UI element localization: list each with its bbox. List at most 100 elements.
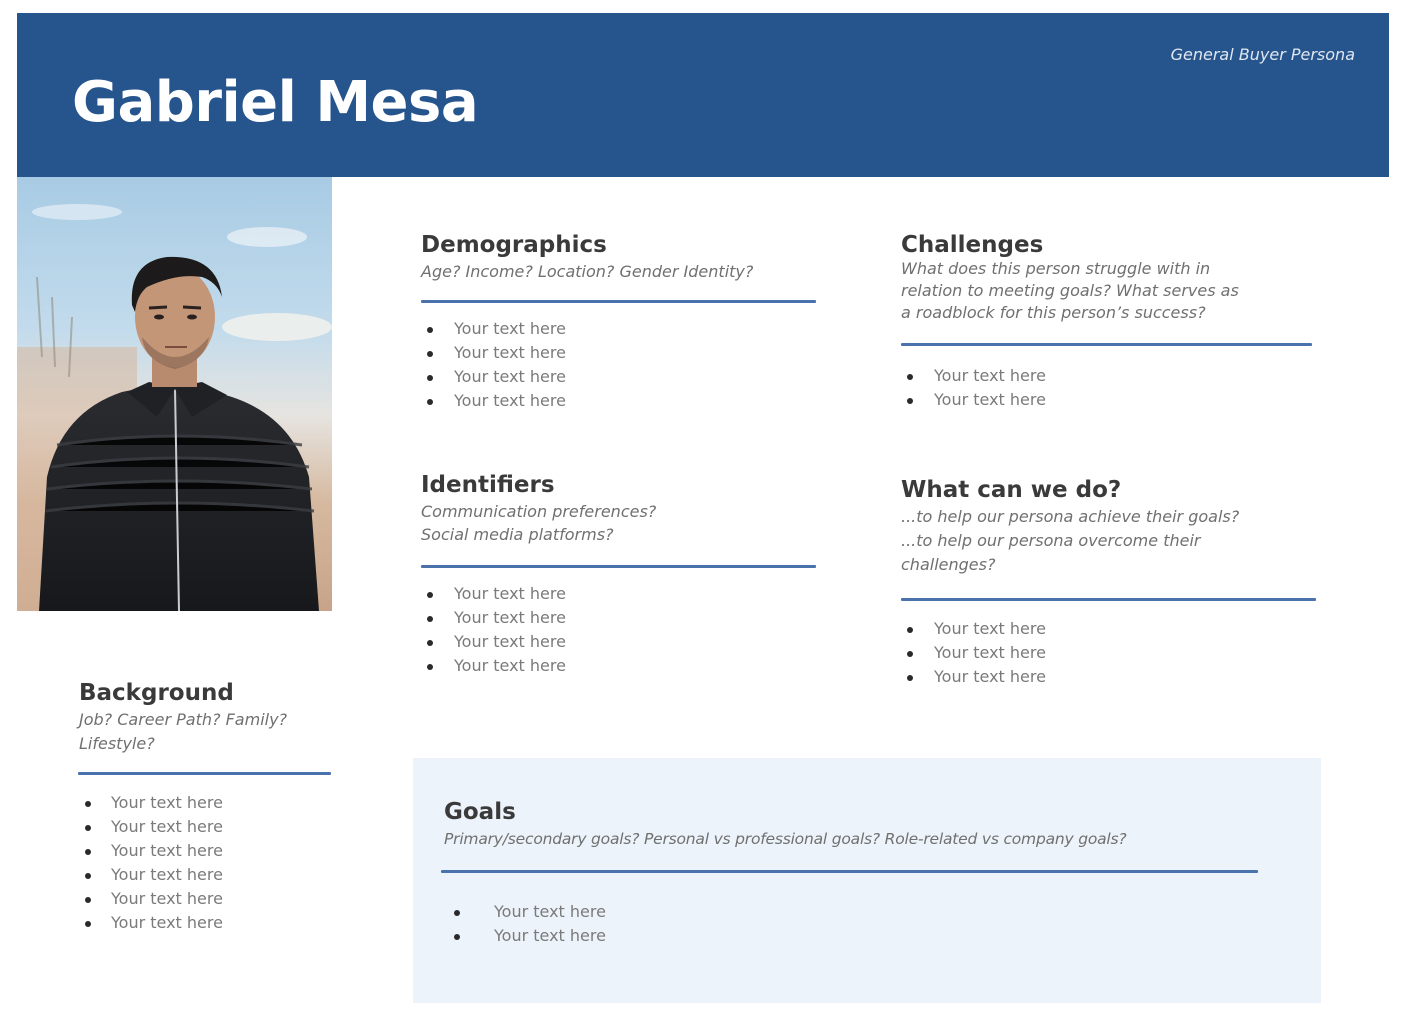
list-item-text: Your text here	[111, 865, 223, 885]
list-item-text: Your text here	[934, 643, 1046, 663]
list-item[interactable]: Your text here	[421, 341, 816, 365]
bullet-icon	[427, 351, 433, 358]
prompt-line: Lifestyle?	[79, 734, 155, 754]
bullet-icon	[85, 801, 91, 808]
bullet-icon	[907, 398, 913, 405]
section-title[interactable]: Challenges	[901, 232, 1321, 258]
section-title[interactable]: Goals	[444, 799, 1264, 825]
prompt-line: relation to meeting goals? What serves a…	[901, 281, 1239, 301]
section-prompt[interactable]: Age? Income? Location? Gender Identity?	[421, 260, 816, 283]
list-item[interactable]: Your text here	[444, 924, 1264, 948]
list-item[interactable]: Your text here	[421, 582, 816, 606]
list-item-text: Your text here	[111, 841, 223, 861]
list-item[interactable]: Your text here	[79, 815, 339, 839]
list-item-text: Your text here	[454, 319, 566, 339]
list-item[interactable]: Your text here	[421, 606, 816, 630]
list-item-text: Your text here	[111, 817, 223, 837]
bullet-list: Your text here Your text here Your text …	[79, 791, 339, 935]
bullet-icon	[907, 651, 913, 658]
section-prompt[interactable]: Communication preferences? Social media …	[421, 500, 816, 546]
prompt-line: Job? Career Path? Family?	[79, 710, 288, 730]
section-prompt[interactable]: ...to help our persona achieve their goa…	[901, 505, 1321, 577]
list-item[interactable]: Your text here	[79, 911, 339, 935]
list-item[interactable]: Your text here	[79, 863, 339, 887]
persona-photo[interactable]	[17, 177, 332, 611]
list-item-text: Your text here	[494, 902, 606, 922]
list-item-text: Your text here	[934, 390, 1046, 410]
bullet-list: Your text here Your text here	[901, 364, 1321, 412]
list-item[interactable]: Your text here	[421, 389, 816, 413]
list-item[interactable]: Your text here	[901, 617, 1321, 641]
list-item[interactable]: Your text here	[901, 641, 1321, 665]
persona-name[interactable]: Gabriel Mesa	[72, 75, 479, 131]
section-prompt[interactable]: Job? Career Path? Family? Lifestyle?	[79, 708, 339, 756]
list-item-text: Your text here	[934, 366, 1046, 386]
bullet-list: Your text here Your text here Your text …	[421, 317, 816, 413]
bullet-icon	[427, 664, 433, 671]
section-divider	[78, 772, 331, 776]
list-item[interactable]: Your text here	[901, 364, 1321, 388]
list-item-text: Your text here	[454, 343, 566, 363]
prompt-line: Primary/secondary goals? Personal vs pro…	[444, 830, 1127, 849]
list-item[interactable]: Your text here	[79, 887, 339, 911]
list-item-text: Your text here	[454, 656, 566, 676]
section-divider	[441, 870, 1258, 874]
list-item[interactable]: Your text here	[79, 791, 339, 815]
list-item[interactable]: Your text here	[901, 665, 1321, 689]
section-title[interactable]: What can we do?	[901, 477, 1321, 503]
list-item-text: Your text here	[934, 619, 1046, 639]
list-item[interactable]: Your text here	[79, 839, 339, 863]
section-divider	[421, 565, 816, 569]
list-item[interactable]: Your text here	[901, 388, 1321, 412]
list-item-text: Your text here	[934, 667, 1046, 687]
list-item[interactable]: Your text here	[421, 630, 816, 654]
bullet-list: Your text here Your text here	[444, 900, 1264, 948]
section-title[interactable]: Background	[79, 680, 339, 706]
bullet-icon	[427, 640, 433, 647]
section-divider	[901, 598, 1316, 602]
list-item-text: Your text here	[454, 632, 566, 652]
list-item-text: Your text here	[454, 584, 566, 604]
prompt-line: Communication preferences?	[421, 502, 657, 522]
prompt-line: Age? Income? Location? Gender Identity?	[421, 262, 754, 282]
section-title[interactable]: Identifiers	[421, 472, 816, 498]
prompt-line: a roadblock for this person’s success?	[901, 303, 1206, 323]
identifiers-section: Identifiers Communication preferences? S…	[421, 472, 816, 678]
prompt-line: Social media platforms?	[421, 525, 614, 545]
bullet-list: Your text here Your text here Your text …	[901, 617, 1321, 689]
bullet-icon	[85, 921, 91, 928]
list-item[interactable]: Your text here	[421, 365, 816, 389]
bullet-icon	[907, 675, 913, 682]
section-prompt[interactable]: What does this person struggle with in r…	[901, 258, 1321, 324]
prompt-line: ...to help our persona achieve their goa…	[901, 507, 1240, 527]
list-item[interactable]: Your text here	[421, 317, 816, 341]
bullet-icon	[907, 374, 913, 381]
section-title[interactable]: Demographics	[421, 232, 816, 258]
list-item[interactable]: Your text here	[421, 654, 816, 678]
bullet-icon	[427, 616, 433, 623]
bullet-icon	[85, 897, 91, 904]
section-prompt[interactable]: Primary/secondary goals? Personal vs pro…	[444, 828, 1264, 851]
goals-section: Goals Primary/secondary goals? Personal …	[441, 799, 1264, 948]
list-item[interactable]: Your text here	[444, 900, 1264, 924]
persona-header: Gabriel Mesa General Buyer Persona	[17, 13, 1389, 177]
list-item-text: Your text here	[454, 608, 566, 628]
prompt-line: ...to help our persona overcome their	[901, 531, 1201, 551]
bullet-icon	[85, 849, 91, 856]
bullet-icon	[454, 934, 460, 941]
bullet-icon	[454, 910, 460, 917]
bullet-icon	[427, 399, 433, 406]
persona-type-label[interactable]: General Buyer Persona	[1171, 45, 1355, 64]
bullet-icon	[427, 327, 433, 334]
section-divider	[421, 300, 816, 304]
what-can-we-do-section: What can we do? ...to help our persona a…	[901, 477, 1321, 689]
prompt-line: challenges?	[901, 555, 996, 575]
list-item-text: Your text here	[454, 391, 566, 411]
challenges-section: Challenges What does this person struggl…	[901, 232, 1321, 412]
portrait-image	[17, 177, 332, 611]
bullet-list: Your text here Your text here Your text …	[421, 582, 816, 678]
demographics-section: Demographics Age? Income? Location? Gend…	[421, 232, 816, 413]
list-item-text: Your text here	[111, 913, 223, 933]
bullet-icon	[427, 375, 433, 382]
prompt-line: What does this person struggle with in	[901, 259, 1211, 279]
